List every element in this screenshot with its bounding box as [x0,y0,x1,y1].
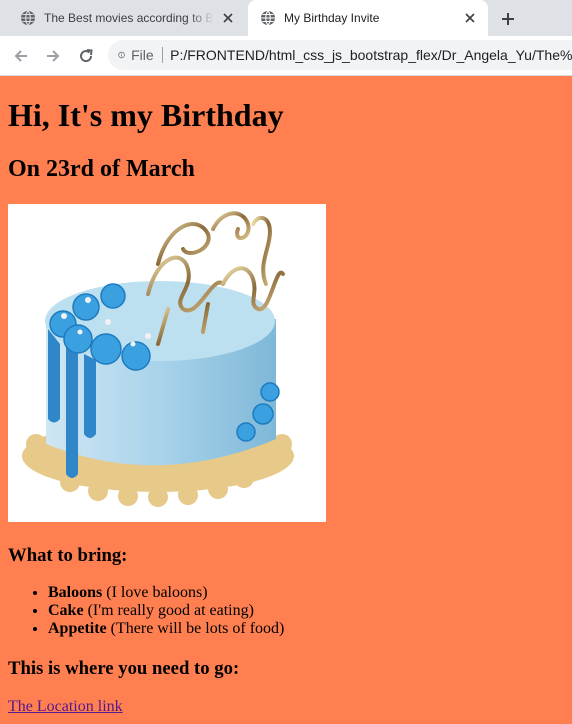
back-arrow-icon[interactable] [10,45,32,67]
list-item: Cake (I'm really good at eating) [48,602,284,620]
tab-movies[interactable]: The Best movies according to Bishal [8,0,246,36]
close-tab-icon[interactable] [220,10,236,26]
list-item: Appetite (There will be lots of food) [48,620,284,638]
reload-icon[interactable] [75,45,97,67]
new-tab-icon[interactable] [497,8,519,30]
item-name: Cake [48,602,84,619]
location-link[interactable]: The Location link [8,698,123,716]
globe-icon [261,10,275,26]
location-heading: This is where you need to go: [8,658,240,679]
item-name: Baloons [48,584,103,601]
bring-list: Baloons (I love baloons) Cake (I'm reall… [8,584,284,638]
item-note: (I love baloons) [106,584,208,601]
bring-heading: What to bring: [8,545,128,566]
tab-title: The Best movies according to Bishal [44,11,214,25]
tab-title: My Birthday Invite [284,11,380,25]
tab-birthday-invite[interactable]: My Birthday Invite [248,0,488,36]
browser-toolbar: File P:/FRONTEND/html_css_js_bootstrap_f… [0,36,572,76]
globe-icon [21,10,35,26]
page-title: Hi, It's my Birthday [8,97,284,133]
birthday-cake-image [8,204,326,522]
tab-strip: The Best movies according to Bishal My B… [0,0,572,36]
item-note: (There will be lots of food) [110,620,285,637]
address-bar[interactable]: File P:/FRONTEND/html_css_js_bootstrap_f… [108,40,572,70]
info-icon[interactable] [118,47,125,63]
list-item: Baloons (I love baloons) [48,584,284,602]
close-tab-icon[interactable] [462,10,478,26]
address-url[interactable]: P:/FRONTEND/html_css_js_bootstrap_flex/D… [170,47,572,63]
date-heading: On 23rd of March [8,156,195,182]
address-scheme: File [131,47,154,63]
cake-illustration [22,211,294,507]
forward-arrow-icon[interactable] [42,45,64,67]
item-name: Appetite [48,620,107,637]
item-note: (I'm really good at eating) [87,602,254,619]
